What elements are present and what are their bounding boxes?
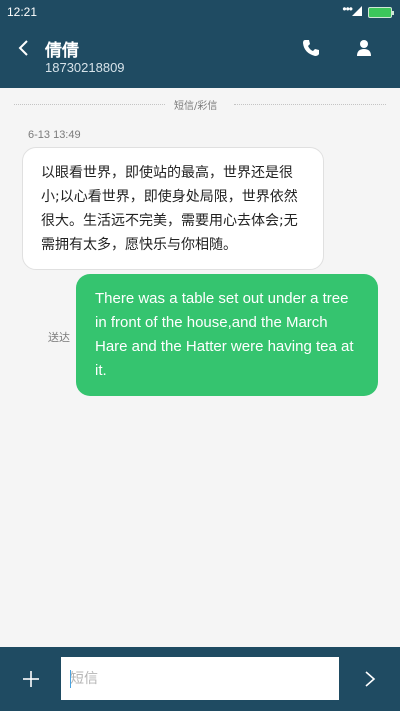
text-cursor xyxy=(70,670,71,688)
status-time: 12:21 xyxy=(7,5,38,19)
contact-name: 倩倩 xyxy=(45,41,79,61)
outgoing-message-bubble[interactable]: There was a table set out under a tree i… xyxy=(76,274,378,396)
message-input[interactable] xyxy=(70,657,335,700)
add-attachment-icon[interactable] xyxy=(21,669,41,689)
divider-line xyxy=(234,104,386,105)
message-type-divider: 短信/彩信 xyxy=(14,97,386,112)
message-composer xyxy=(0,647,400,711)
delivery-status: 送达 xyxy=(48,331,70,344)
status-bar: 12:21 ••• xyxy=(0,0,400,24)
divider-line xyxy=(14,104,165,105)
message-input-container xyxy=(61,657,339,700)
incoming-message-bubble[interactable]: 以眼看世界，即使站的最高，世界还是很小;以心看世界，即使身处局限，世界依然很大。… xyxy=(22,147,324,270)
contact-icon[interactable] xyxy=(354,38,374,58)
signal-icon xyxy=(352,6,362,16)
back-icon[interactable] xyxy=(14,38,34,58)
contact-number: 18730218809 xyxy=(45,60,125,75)
battery-icon xyxy=(368,7,394,18)
message-type-label: 短信/彩信 xyxy=(174,101,218,112)
conversation-header: 倩倩 18730218809 xyxy=(0,24,400,88)
message-timestamp: 6-13 13:49 xyxy=(28,129,81,141)
phone-icon[interactable] xyxy=(301,38,321,58)
send-icon[interactable] xyxy=(360,669,380,689)
notification-dots: ••• xyxy=(342,2,353,16)
